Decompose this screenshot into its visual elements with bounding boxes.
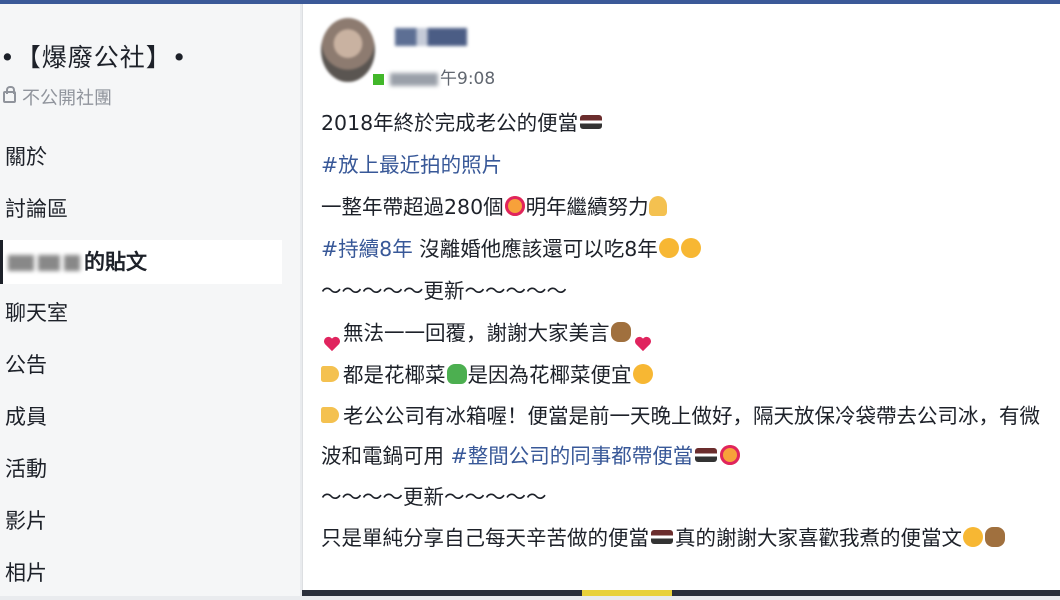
hashtag-link[interactable]: #放上最近拍的照片 bbox=[321, 153, 502, 177]
lock-icon bbox=[3, 86, 16, 103]
post-text: ～～～～～更新～～～～～ bbox=[321, 279, 567, 303]
smiling-face-with-hearts-emoji bbox=[504, 196, 525, 216]
post-line: #放上最近拍的照片 bbox=[321, 144, 1057, 186]
flexed-biceps-emoji bbox=[648, 196, 667, 216]
group-title[interactable]: •【爆廢公社】• bbox=[0, 38, 188, 74]
bento-emoji bbox=[651, 530, 673, 544]
nav-item-label: 的貼文 bbox=[84, 250, 147, 274]
post-text: ～～～～更新～～～～～ bbox=[321, 485, 547, 509]
blurred-date bbox=[390, 72, 438, 86]
hashtag-link[interactable]: #持續8年 bbox=[321, 237, 413, 261]
post-text: 2018年終於完成老公的便當 bbox=[321, 111, 579, 135]
nav-item-chat[interactable]: 聊天室 bbox=[0, 288, 300, 340]
post-text: 真的謝謝大家喜歡我煮的便當文 bbox=[675, 526, 962, 550]
post-line: 只是單純分享自己每天辛苦做的便當 真的謝謝大家喜歡我煮的便當文 bbox=[321, 518, 1057, 558]
bear-emoji bbox=[610, 322, 631, 342]
nav-item-about[interactable]: 關於 bbox=[0, 132, 300, 184]
post-line: 無法一一回覆，謝謝大家美言 bbox=[321, 312, 1057, 354]
post-text: 明年繼續努力 bbox=[525, 195, 649, 219]
bear-emoji bbox=[985, 527, 1005, 547]
heart-emoji bbox=[323, 324, 341, 352]
privacy-label: 不公開社團 bbox=[22, 88, 112, 109]
tongue-face-emoji bbox=[632, 364, 653, 384]
group-nav: 關於 討論區 的貼文 聊天室 公告 成員 活動 影片 相片 bbox=[0, 132, 300, 600]
post-line: 老公公司有冰箱喔！便當是前一天晚上做好，隔天放保冷袋帶去公司冰，有微波和電鍋可用… bbox=[321, 396, 1057, 476]
author-name[interactable] bbox=[395, 28, 467, 50]
post-line: ～～～～更新～～～～～ bbox=[321, 476, 1057, 518]
nav-item-discussion[interactable]: 討論區 bbox=[0, 184, 300, 236]
blurred-author bbox=[395, 28, 467, 46]
post-line: ～～～～～更新～～～～～ bbox=[321, 270, 1057, 312]
avatar[interactable] bbox=[321, 18, 375, 82]
pointing-hand-emoji bbox=[321, 366, 339, 382]
group-privacy: 不公開社團 bbox=[3, 84, 112, 110]
laughing-tears-emoji bbox=[658, 238, 679, 258]
post-text: 無法一一回覆，謝謝大家美言 bbox=[343, 321, 610, 345]
heart-emoji bbox=[634, 324, 652, 352]
group-sidebar: •【爆廢公社】• 不公開社團 關於 討論區 的貼文 聊天室 公告 成員 活動 影… bbox=[0, 4, 300, 596]
blurred-name bbox=[38, 255, 60, 271]
post-line: 一整年帶超過280個 明年繼續努力 bbox=[321, 186, 1057, 228]
nav-item-photos[interactable]: 相片 bbox=[0, 548, 300, 600]
post-meta: 午9:08 bbox=[373, 64, 495, 89]
nav-item-events[interactable]: 活動 bbox=[0, 444, 300, 496]
post-photos[interactable] bbox=[302, 590, 1060, 596]
post-line: #持續8年 沒離婚他應該還可以吃8年 bbox=[321, 228, 1057, 270]
pointing-hand-emoji bbox=[321, 407, 339, 423]
nav-item-member-posts[interactable]: 的貼文 bbox=[0, 240, 282, 284]
blurred-name bbox=[8, 255, 34, 271]
online-status-icon bbox=[373, 73, 384, 85]
post-card: 午9:08 2018年終於完成老公的便當 #放上最近拍的照片 一整年帶超過280… bbox=[302, 4, 1060, 596]
broccoli-emoji bbox=[446, 364, 467, 384]
laughing-tears-emoji bbox=[680, 238, 701, 258]
post-text: 是因為花椰菜便宜 bbox=[467, 363, 632, 387]
smiling-face-with-hearts-emoji bbox=[720, 445, 741, 465]
post-text: 只是單純分享自己每天辛苦做的便當 bbox=[321, 526, 649, 550]
post-text: 一整年帶超過280個 bbox=[321, 195, 504, 219]
smiling-face-emoji bbox=[963, 527, 983, 547]
post-line: 都是花椰菜 是因為花椰菜便宜 bbox=[321, 354, 1057, 396]
bento-emoji bbox=[580, 115, 603, 129]
post-body: 2018年終於完成老公的便當 #放上最近拍的照片 一整年帶超過280個 明年繼續努… bbox=[321, 102, 1057, 558]
post-line: 2018年終於完成老公的便當 bbox=[321, 102, 1057, 144]
post-text: 都是花椰菜 bbox=[343, 363, 446, 387]
hashtag-link[interactable]: #整間公司的同事都帶便當 bbox=[451, 444, 694, 468]
nav-item-members[interactable]: 成員 bbox=[0, 392, 300, 444]
blurred-name bbox=[64, 255, 80, 271]
bento-emoji bbox=[695, 448, 718, 462]
nav-item-announcements[interactable]: 公告 bbox=[0, 340, 300, 392]
post-text: 沒離婚他應該還可以吃8年 bbox=[412, 237, 658, 261]
nav-item-videos[interactable]: 影片 bbox=[0, 496, 300, 548]
post-timestamp[interactable]: 午9:08 bbox=[440, 69, 495, 89]
